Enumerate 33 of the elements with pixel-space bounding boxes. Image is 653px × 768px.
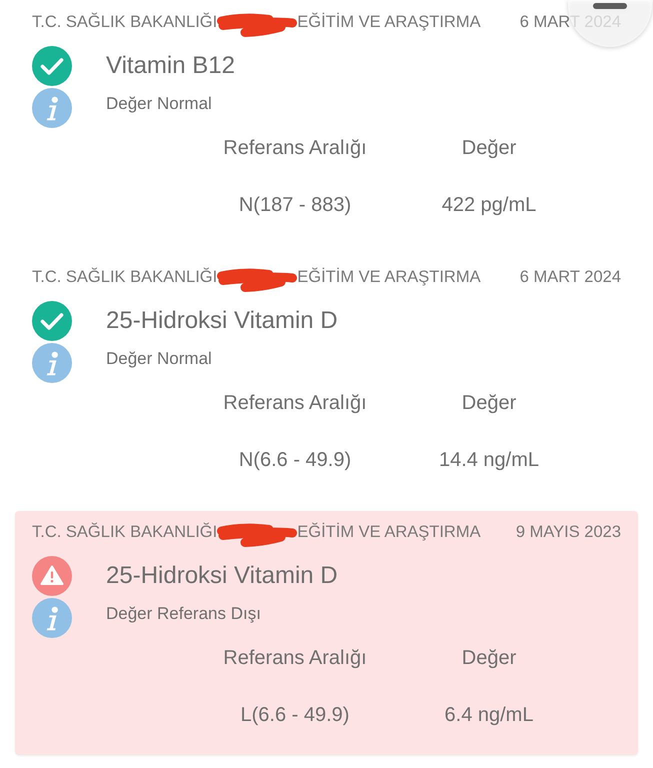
- result-note: Değer Normal: [106, 94, 212, 114]
- institution-name: EĞİTİM VE ARAŞTIRMA: [297, 522, 481, 542]
- test-name: Vitamin B12: [106, 52, 235, 80]
- check-circle-icon: [32, 46, 72, 86]
- column-header: Değer: [462, 136, 516, 160]
- result-note: Değer Referans Dışı: [106, 604, 261, 624]
- reference-range: N(187 - 883): [238, 193, 352, 217]
- result-note: Değer Normal: [106, 349, 212, 369]
- info-icon: [32, 598, 72, 638]
- reference-range: N(6.6 - 49.9): [238, 448, 352, 472]
- institution-name: T.C. SAĞLIK BAKANLIĞI: [32, 267, 218, 287]
- result-value: 6.4 ng/mL: [444, 703, 534, 727]
- result-date: 9 MAYIS 2023: [516, 522, 621, 542]
- test-name: 25-Hidroksi Vitamin D: [106, 307, 338, 335]
- column-header: Referans Aralığı: [223, 646, 367, 670]
- minus-icon: [593, 3, 627, 9]
- result-value: 422 pg/mL: [442, 193, 536, 217]
- column-header: Değer: [462, 646, 516, 670]
- column-header: Referans Aralığı: [223, 391, 367, 415]
- column-header: Referans Aralığı: [223, 136, 367, 160]
- info-icon: [32, 343, 72, 383]
- result-date: 6 MART 2024: [520, 267, 621, 287]
- reference-range: L(6.6 - 49.9): [240, 703, 350, 727]
- column-header: Değer: [462, 391, 516, 415]
- institution-name: EĞİTİM VE ARAŞTIRMA: [297, 267, 481, 287]
- test-name: 25-Hidroksi Vitamin D: [106, 562, 338, 590]
- result-value: 14.4 ng/mL: [438, 448, 540, 472]
- info-icon: [32, 88, 72, 128]
- institution-name: T.C. SAĞLIK BAKANLIĞI: [32, 12, 218, 32]
- institution-name: T.C. SAĞLIK BAKANLIĞI: [32, 522, 218, 542]
- check-circle-icon: [32, 301, 72, 341]
- warning-icon: [32, 556, 72, 596]
- institution-name: EĞİTİM VE ARAŞTIRMA: [297, 12, 481, 32]
